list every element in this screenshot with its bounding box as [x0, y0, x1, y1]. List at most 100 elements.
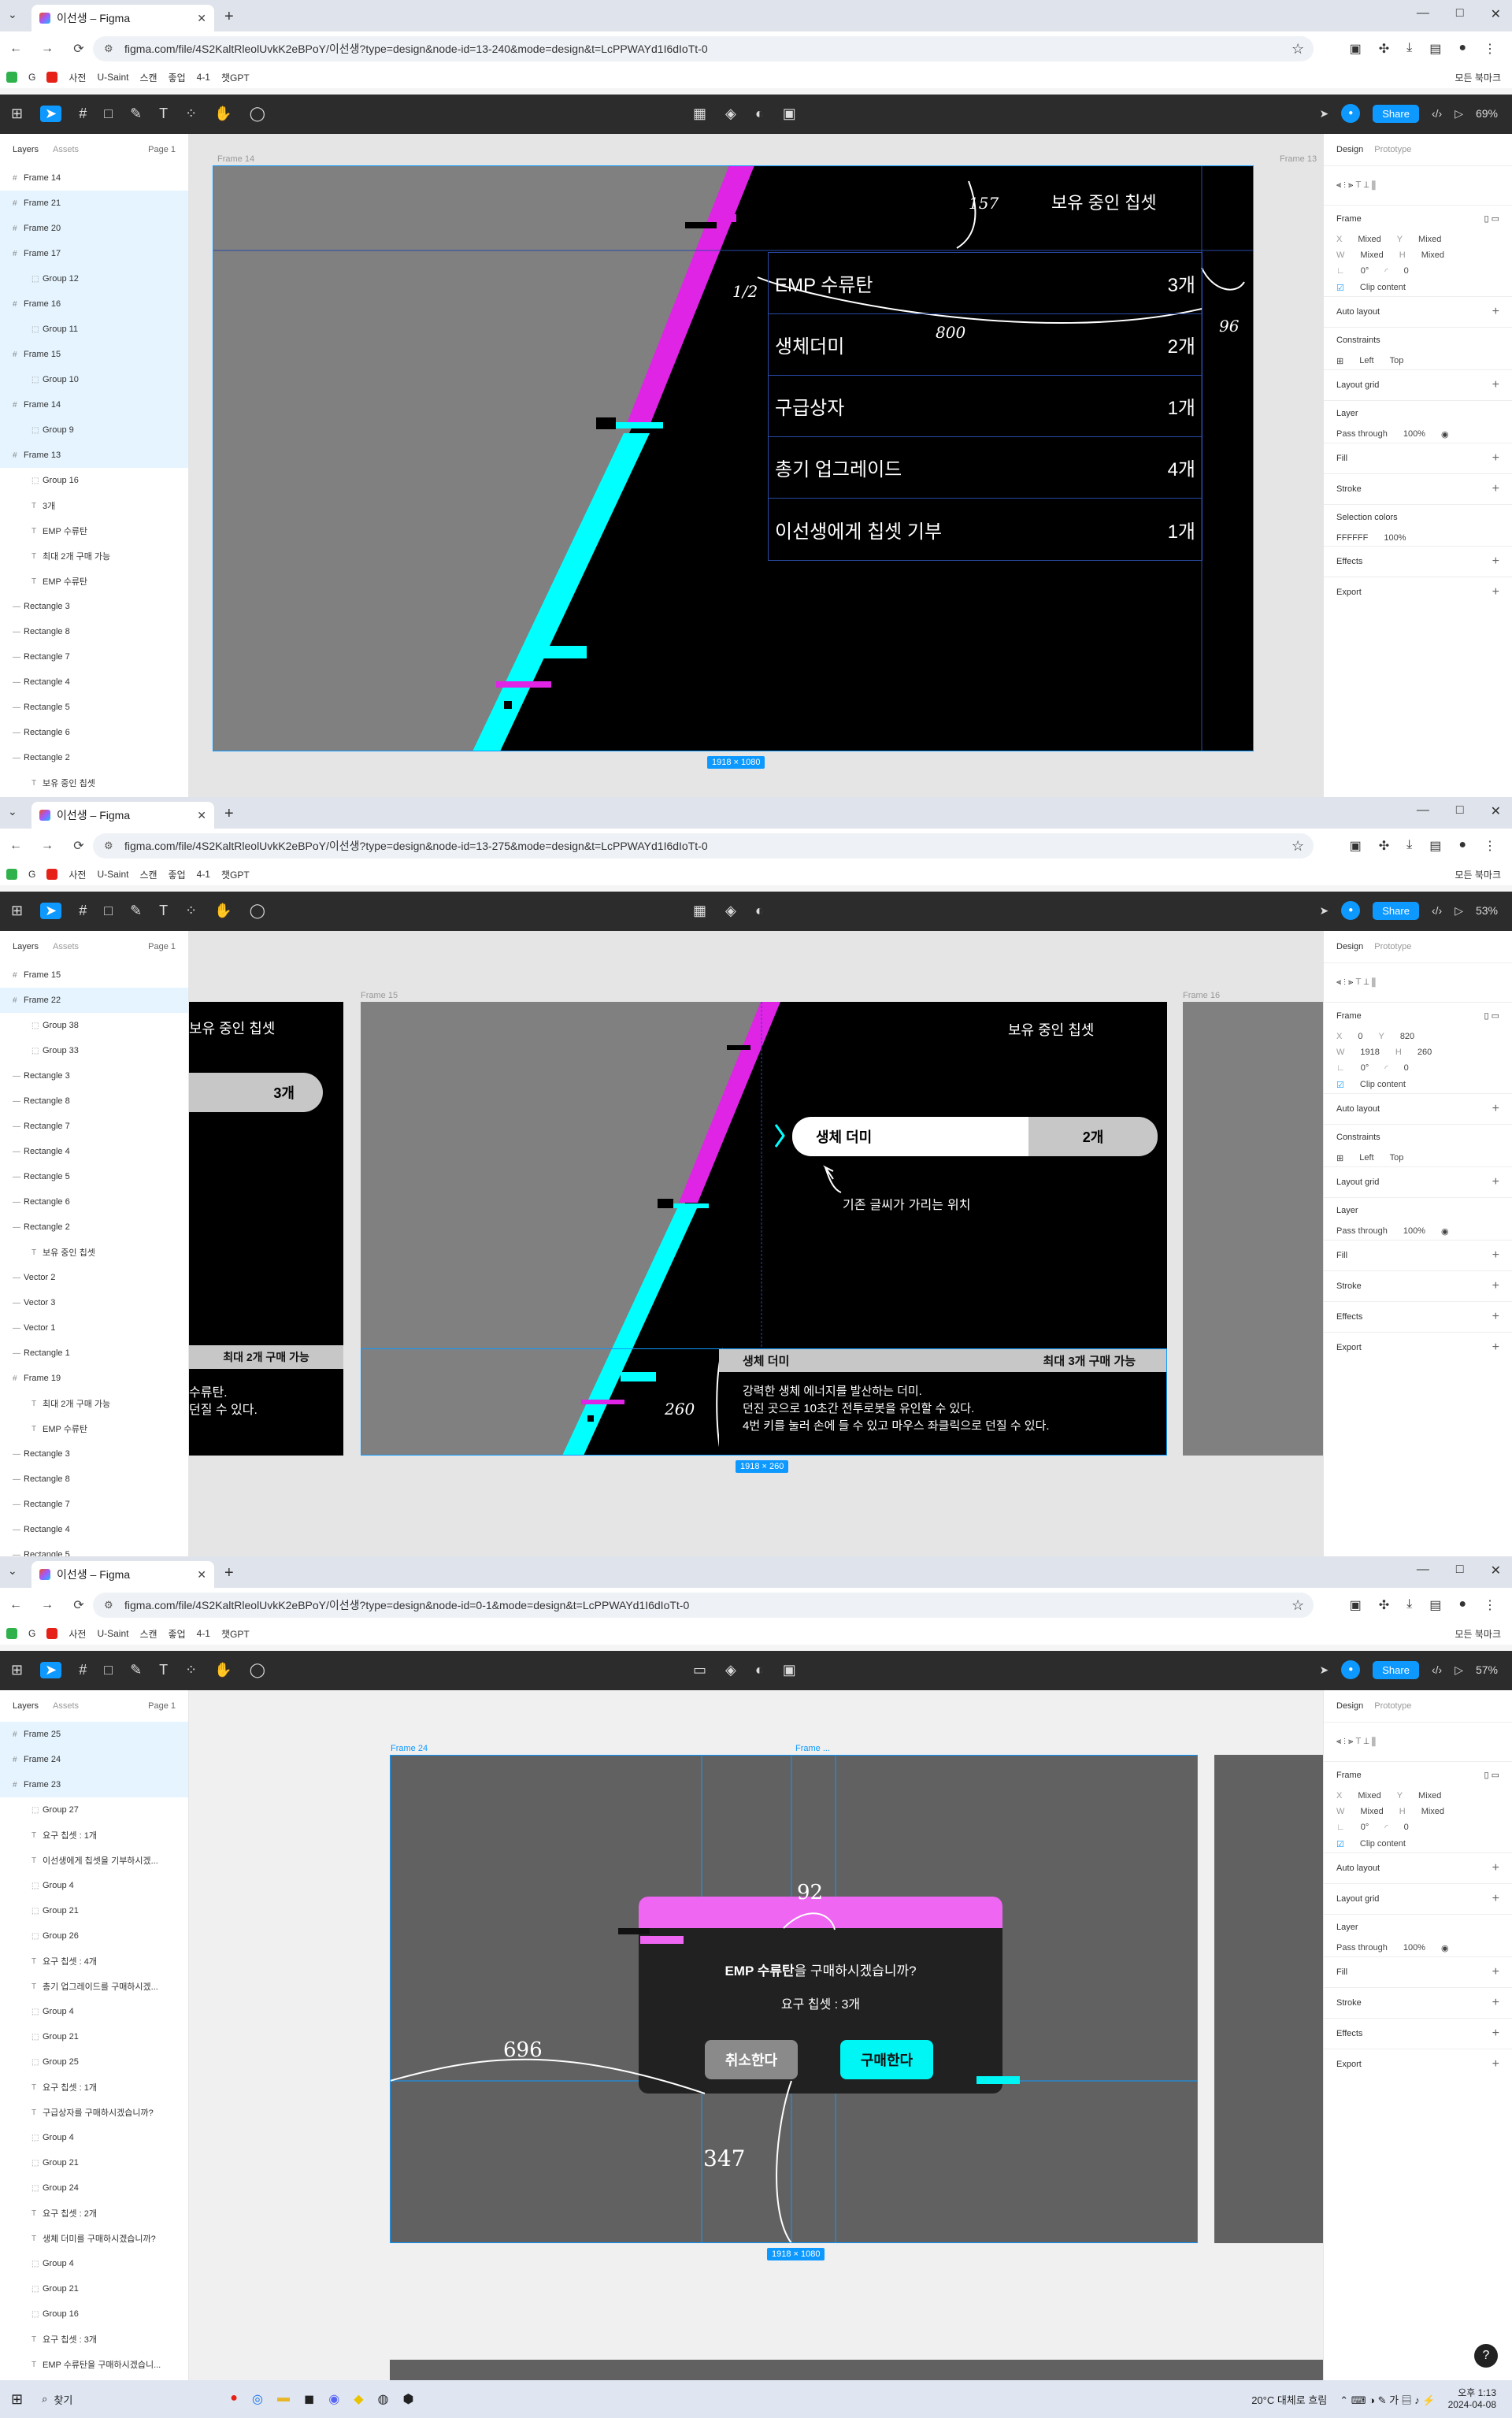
color-hex[interactable]: FFFFFF — [1336, 533, 1368, 543]
bookmark-icon[interactable] — [6, 1628, 17, 1639]
zoom-level[interactable]: 69% — [1476, 107, 1498, 120]
share-button[interactable]: Share — [1373, 104, 1419, 123]
layer-row[interactable]: T 요구 칩셋 : 1개 — [0, 1823, 188, 1848]
avatar[interactable]: ● — [1341, 1660, 1361, 1679]
layer-row[interactable]: T 생체 더미를 구매하시겠습니까? — [0, 2226, 188, 2251]
all-bookmarks[interactable]: 모든 북마크 — [1455, 1627, 1501, 1641]
close-tab-icon[interactable]: ✕ — [197, 1568, 206, 1582]
folder-icon[interactable]: ▬ — [277, 2391, 290, 2407]
layer-row[interactable]: # Frame 17 — [0, 241, 188, 266]
tab-assets[interactable]: Assets — [53, 1701, 79, 1711]
layer-row[interactable]: T 요구 칩셋 : 3개 — [0, 2327, 188, 2352]
download-icon[interactable]: ⤓ — [1406, 41, 1412, 57]
zoom-level[interactable]: 57% — [1476, 1663, 1498, 1676]
present-icon[interactable]: ▷ — [1455, 904, 1463, 918]
layer-row[interactable]: T 최대 2개 구매 가능 — [0, 1391, 188, 1416]
eye-icon[interactable]: ◉ — [1441, 1226, 1449, 1237]
component-icon[interactable]: ◈ — [725, 106, 736, 122]
eye-icon[interactable]: ◉ — [1441, 1943, 1449, 1953]
layer-row[interactable]: T 구급상자를 구매하시겠습니까? — [0, 2100, 188, 2125]
close-window-icon[interactable]: ✕ — [1491, 1563, 1501, 1578]
pen-tool-icon[interactable]: ✎ — [130, 903, 142, 919]
layer-row[interactable]: — Rectangle 5 — [0, 1164, 188, 1189]
new-tab-icon[interactable]: + — [224, 1564, 234, 1582]
layer-row[interactable]: ⬚ Group 21 — [0, 2276, 188, 2301]
add-stroke-icon[interactable]: + — [1492, 482, 1499, 496]
layer-row[interactable]: # Frame 15 — [0, 342, 188, 367]
layer-row[interactable]: — Rectangle 8 — [0, 1467, 188, 1492]
bookmark-dict[interactable]: 사전 — [69, 868, 86, 881]
text-tool-icon[interactable]: T — [159, 106, 168, 122]
sidepanel-icon[interactable]: ▤ — [1429, 1597, 1441, 1613]
constraint-widget[interactable]: ⊞ — [1336, 1153, 1343, 1163]
bookmark-41[interactable]: 4-1 — [197, 72, 210, 83]
x-value[interactable]: Mixed — [1358, 1791, 1380, 1801]
resources-icon[interactable]: ⁘ — [185, 106, 197, 122]
add-export-icon[interactable]: + — [1492, 2057, 1499, 2071]
layer-row[interactable]: T 보유 중인 칩셋 — [0, 1240, 188, 1265]
google-icon[interactable]: G — [28, 869, 35, 880]
dev-mode-icon[interactable]: ‹/› — [1432, 904, 1442, 917]
layer-row[interactable]: T EMP 수류탄 — [0, 518, 188, 543]
site-info-icon[interactable]: ⚙ — [104, 833, 113, 859]
grid-icon[interactable]: ▦ — [693, 106, 706, 122]
tab-prototype[interactable]: Prototype — [1374, 145, 1411, 154]
hand-tool-icon[interactable]: ✋ — [214, 903, 232, 919]
new-tab-icon[interactable]: + — [224, 8, 234, 26]
layer-row[interactable]: — Rectangle 4 — [0, 1517, 188, 1542]
layer-row[interactable]: ⬚ Group 21 — [0, 1898, 188, 1923]
hand-tool-icon[interactable]: ✋ — [214, 1662, 232, 1678]
site-info-icon[interactable]: ⚙ — [104, 36, 113, 61]
rotation-value[interactable]: 0° — [1361, 1823, 1369, 1833]
layer-row[interactable]: # Frame 13 — [0, 443, 188, 468]
add-grid-icon[interactable]: + — [1492, 1175, 1499, 1189]
comment-icon[interactable]: ◯ — [250, 1662, 265, 1678]
rotation-value[interactable]: 0° — [1361, 266, 1369, 276]
url-field[interactable]: ⚙ figma.com/file/4S2KaltRleolUvkK2eBPoY/이… — [93, 833, 1314, 859]
tab-layers[interactable]: Layers — [13, 1701, 39, 1711]
game-frame-partial-right[interactable] — [1214, 1755, 1323, 2243]
move-tool-icon[interactable]: ➤ — [40, 1662, 62, 1678]
x-value[interactable]: Mixed — [1358, 235, 1380, 244]
tab-list-icon[interactable]: ⌄ — [8, 805, 17, 818]
shape-tool-icon[interactable]: □ — [104, 903, 113, 919]
frame-tool-icon[interactable]: # — [79, 106, 87, 122]
puzzle-icon[interactable]: ✣ — [1379, 1597, 1389, 1613]
close-window-icon[interactable]: ✕ — [1491, 803, 1501, 819]
browser-tab[interactable]: 이선생 – Figma ✕ — [32, 802, 214, 829]
app-icon[interactable]: ● — [230, 2391, 238, 2407]
layer-row[interactable]: — Rectangle 6 — [0, 1189, 188, 1215]
blend-mode[interactable]: Pass through — [1336, 429, 1388, 439]
cursor-icon[interactable]: ➤ — [1320, 904, 1329, 918]
layer-row[interactable]: — Rectangle 5 — [0, 1542, 188, 1556]
layer-row[interactable]: ⬚ Group 33 — [0, 1038, 188, 1063]
frame-label[interactable]: Frame 14 — [217, 154, 254, 164]
dev-mode-icon[interactable]: ‹/› — [1432, 1663, 1442, 1676]
clip-checkbox[interactable]: ☑ — [1336, 1080, 1344, 1090]
eye-icon[interactable]: ◉ — [1441, 429, 1449, 439]
radius-value[interactable]: 0 — [1404, 1063, 1409, 1074]
constraint-left[interactable]: Left — [1359, 1153, 1373, 1163]
layer-row[interactable]: ⬚ Group 16 — [0, 468, 188, 493]
layer-row[interactable]: — Rectangle 5 — [0, 695, 188, 720]
frame-select-icon[interactable]: ▭ — [693, 1662, 706, 1678]
x-value[interactable]: 0 — [1358, 1032, 1362, 1041]
share-button[interactable]: Share — [1373, 901, 1419, 920]
layer-row[interactable]: — Rectangle 2 — [0, 745, 188, 770]
browser-tab[interactable]: 이선생 – Figma ✕ — [32, 5, 214, 32]
bookmark-scan[interactable]: 스캔 — [139, 868, 157, 881]
layer-row[interactable]: ⬚ Group 11 — [0, 317, 188, 342]
all-bookmarks[interactable]: 모든 북마크 — [1455, 868, 1501, 881]
add-stroke-icon[interactable]: + — [1492, 1996, 1499, 2010]
add-effect-icon[interactable]: + — [1492, 554, 1499, 569]
help-icon[interactable]: ? — [1474, 2344, 1498, 2368]
tab-design[interactable]: Design — [1336, 942, 1363, 951]
bookmark-dict[interactable]: 사전 — [69, 71, 86, 84]
layer-row[interactable]: ⬚ Group 26 — [0, 1923, 188, 1949]
tab-prototype[interactable]: Prototype — [1374, 1701, 1411, 1711]
unity-icon[interactable]: ⬢ — [402, 2391, 413, 2407]
bookmark-like[interactable]: 좋업 — [169, 868, 186, 881]
profile-icon[interactable]: ● — [1458, 1597, 1466, 1613]
menu-icon[interactable]: ⋮ — [1484, 838, 1496, 854]
hand-tool-icon[interactable]: ✋ — [214, 106, 232, 122]
